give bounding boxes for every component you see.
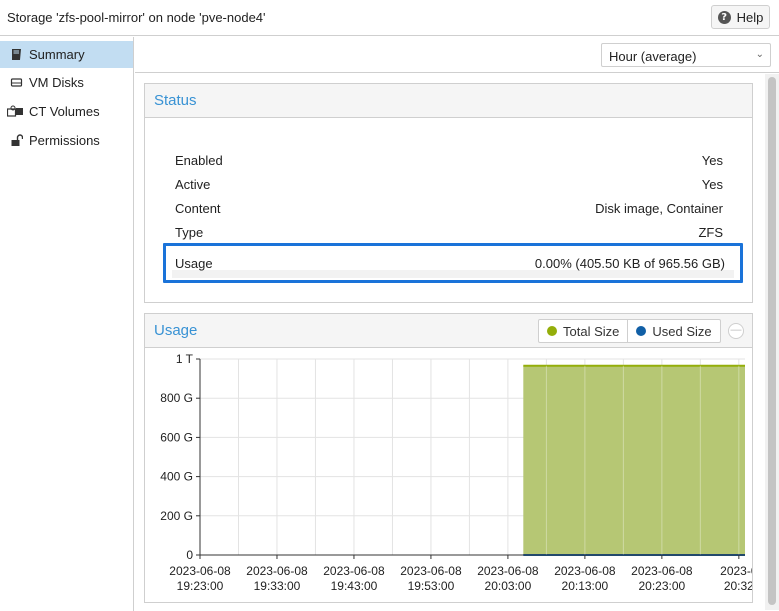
status-value: Yes xyxy=(701,153,723,168)
sidebar: Summary VM Disks CT Volumes Permissions xyxy=(0,37,134,611)
status-row-content: Content Disk image, Container xyxy=(175,198,723,218)
x-tick-label-date: 2023-06-08 xyxy=(246,564,308,578)
x-tick-label-time: 19:43:00 xyxy=(331,579,378,593)
area-total-size xyxy=(523,365,745,555)
y-tick-label: 600 G xyxy=(160,430,193,444)
status-value: Disk image, Container xyxy=(595,201,723,216)
x-tick-label-date: 2023-06-08 xyxy=(631,564,693,578)
sidebar-item-permissions[interactable]: Permissions xyxy=(0,127,133,154)
x-tick-label-time: 20:13:00 xyxy=(562,579,609,593)
help-button-label: Help xyxy=(736,9,764,25)
x-tick-label-time: 19:23:00 xyxy=(177,579,224,593)
x-tick-label-date: 2023-06-08 xyxy=(400,564,462,578)
chevron-down-icon: ⌄ xyxy=(755,49,764,60)
book-icon xyxy=(7,48,25,61)
help-button[interactable]: ? Help xyxy=(711,5,770,29)
y-tick-label: 1 T xyxy=(176,352,194,366)
x-tick-label-time: 20:32 xyxy=(724,579,752,593)
question-circle-icon: ? xyxy=(717,10,731,24)
timeframe-select[interactable]: Hour (average) ⌄ xyxy=(601,43,771,67)
sidebar-item-label: Permissions xyxy=(29,133,100,148)
x-tick-label-date: 2023-06-08 xyxy=(169,564,231,578)
x-tick-label-date: 2023-06-08 xyxy=(323,564,385,578)
y-tick-label: 400 G xyxy=(160,470,193,484)
usage-chart-svg: 0200 G400 G600 G800 G1 T2023-06-0819:23:… xyxy=(160,352,758,593)
timeframe-value: Hour (average) xyxy=(609,49,697,64)
status-key: Enabled xyxy=(175,153,223,168)
status-panel-title: Status xyxy=(145,84,752,118)
legend-dot xyxy=(636,326,647,336)
main-content: Hour (average) ⌄ Status Enabled Yes Acti… xyxy=(135,37,779,611)
status-key: Content xyxy=(175,201,221,216)
unlock-icon xyxy=(7,134,25,147)
x-tick-label-time: 20:03:00 xyxy=(485,579,532,593)
status-key: Active xyxy=(175,177,211,192)
status-row-type: Type ZFS xyxy=(175,222,723,242)
usage-chart-panel: Usage Total Size Used Size — 0 200 G 400 G… xyxy=(144,313,758,603)
usage-chart: 0 200 G 400 G 600 G 800 G1 T 2023-06-08 19:23:… xyxy=(145,349,758,602)
x-tick-label-time: 20:23:00 xyxy=(639,579,686,593)
usage-progress-bar xyxy=(172,270,734,278)
x-tick-label-time: 19:33:00 xyxy=(254,579,301,593)
status-value: Yes xyxy=(701,177,723,192)
legend-label: Total Size xyxy=(563,323,620,339)
legend-label: Used Size xyxy=(652,323,712,339)
legend-item-total-size[interactable]: Total Size xyxy=(539,320,627,342)
hdd-icon xyxy=(7,76,25,89)
sidebar-item-vm-disks[interactable]: VM Disks xyxy=(0,69,133,96)
y-tick-label: 0 xyxy=(186,548,193,562)
chart-legend: Total Size Used Size xyxy=(538,319,721,343)
status-row-enabled: Enabled Yes xyxy=(175,150,723,170)
sidebar-item-summary[interactable]: Summary xyxy=(0,41,133,68)
legend-item-used-size[interactable]: Used Size xyxy=(627,320,719,342)
x-tick-label-date: 2023-06-08 xyxy=(477,564,539,578)
status-key: Type xyxy=(175,225,204,240)
sidebar-item-label: CT Volumes xyxy=(29,104,100,119)
top-header: Storage 'zfs-pool-mirror' on node 'pve-n… xyxy=(0,0,779,36)
usage-key: Usage xyxy=(175,256,213,271)
legend-dot xyxy=(547,326,557,336)
x-tick-label-date: 2023-0 xyxy=(720,564,752,578)
scrollbar-thumb[interactable] xyxy=(768,77,776,605)
page-title: Storage 'zfs-pool-mirror' on node 'pve-n… xyxy=(7,10,266,25)
y-tick-label: 200 G xyxy=(160,509,193,523)
sidebar-item-ct-volumes[interactable]: CT Volumes xyxy=(0,98,133,125)
status-row-active: Active Yes xyxy=(175,174,723,194)
x-tick-label-date: 2023-06-08 xyxy=(554,564,616,578)
collapse-icon[interactable]: — xyxy=(728,323,744,339)
toolbar: Hour (average) ⌄ xyxy=(135,37,779,73)
usage-row-highlighted: Usage 0.00% (405.50 KB of 965.56 GB) xyxy=(163,243,743,283)
cubes-icon xyxy=(7,105,25,118)
status-panel: Status Enabled Yes Active Yes Content Di… xyxy=(144,83,753,303)
sidebar-item-label: Summary xyxy=(29,47,85,62)
y-tick-label: 800 G xyxy=(160,391,193,405)
usage-value: 0.00% (405.50 KB of 965.56 GB) xyxy=(534,256,725,271)
x-tick-label-time: 19:53:00 xyxy=(408,579,455,593)
status-value: ZFS xyxy=(698,225,723,240)
sidebar-item-label: VM Disks xyxy=(29,75,84,90)
